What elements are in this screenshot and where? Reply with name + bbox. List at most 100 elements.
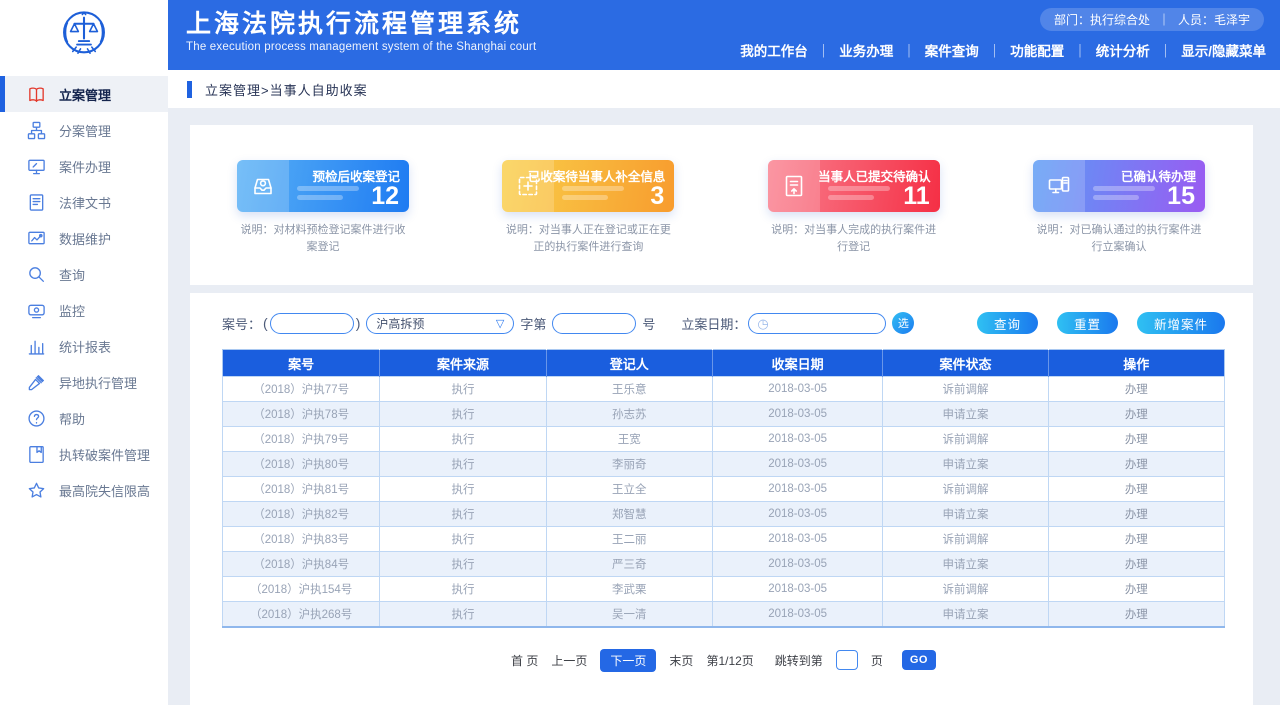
main-content: 立案管理>当事人自助收案 预检后收案登记 12 说明：对材料预检登记案件进行收案…: [168, 70, 1280, 705]
table-row: （2018）沪执79号 执行 王宽 2018-03-05 诉前调解 办理: [223, 427, 1225, 452]
nav-item[interactable]: 统计分析: [1096, 40, 1182, 60]
action-link[interactable]: 办理: [1125, 609, 1148, 621]
cell-source: 执行: [380, 527, 546, 552]
go-button[interactable]: GO: [902, 650, 936, 670]
sidebar-item-label: 数据维护: [59, 229, 111, 248]
filing-date-field[interactable]: ◷: [748, 313, 886, 334]
app-header: 上海法院执行流程管理系统 The execution process manag…: [0, 0, 1280, 70]
date-pick-button[interactable]: 选: [892, 312, 914, 334]
decorative-stripe: [562, 186, 624, 191]
cell-status: 申请立案: [883, 452, 1048, 477]
query-button[interactable]: 查询: [977, 312, 1038, 334]
zi-di-label: 字第: [520, 314, 546, 333]
cell-source: 执行: [380, 577, 546, 602]
cell-date: 2018-03-05: [712, 602, 882, 627]
add-case-button[interactable]: 新增案件: [1137, 312, 1225, 334]
action-link[interactable]: 办理: [1125, 534, 1148, 546]
stat-card[interactable]: 已确认待办理 15 说明：对已确认通过的执行案件进行立案确认: [1033, 160, 1205, 285]
paren-open: (: [263, 315, 268, 331]
decorative-stripe: [562, 195, 608, 200]
cell-action: 办理: [1048, 577, 1224, 602]
cell-action: 办理: [1048, 402, 1224, 427]
sidebar-item[interactable]: 查询: [0, 256, 168, 292]
table-body: （2018）沪执77号 执行 王乐意 2018-03-05 诉前调解 办理 （2…: [223, 377, 1225, 627]
sidebar-item[interactable]: 统计报表: [0, 328, 168, 364]
sidebar-item[interactable]: 帮助: [0, 400, 168, 436]
prev-page-link[interactable]: 上一页: [551, 652, 587, 669]
sidebar-item-label: 分案管理: [59, 121, 111, 140]
book-icon: [27, 85, 46, 104]
cell-source: 执行: [380, 602, 546, 627]
action-link[interactable]: 办理: [1125, 509, 1148, 521]
decorative-stripe: [297, 186, 359, 191]
nav-item[interactable]: 业务办理: [839, 40, 925, 60]
case-year-input[interactable]: [270, 313, 354, 334]
stat-card[interactable]: 当事人已提交待确认 11 说明：对当事人完成的执行案件进行登记: [768, 160, 940, 285]
nav-item[interactable]: 我的工作台: [740, 40, 839, 60]
case-number-input[interactable]: [552, 313, 636, 334]
nav-item[interactable]: 案件查询: [925, 40, 1011, 60]
cell-status: 申请立案: [883, 502, 1048, 527]
action-link[interactable]: 办理: [1125, 584, 1148, 596]
sidebar-item-label: 监控: [59, 301, 85, 320]
footer-strip: [0, 705, 1280, 720]
nav-item[interactable]: 功能配置: [1010, 40, 1096, 60]
column-header: 案件来源: [380, 350, 546, 377]
cell-date: 2018-03-05: [712, 552, 882, 577]
stat-card-banner[interactable]: 已收案待当事人补全信息 3: [502, 160, 674, 212]
action-link[interactable]: 办理: [1125, 434, 1148, 446]
sidebar-item[interactable]: 最高院失信限高: [0, 472, 168, 508]
action-link[interactable]: 办理: [1125, 559, 1148, 571]
decorative-stripe: [1093, 195, 1139, 200]
filing-date-input[interactable]: [774, 316, 878, 330]
first-page-link[interactable]: 首 页: [511, 652, 538, 669]
inbox-icon: [237, 160, 289, 212]
court-emblem-icon: [58, 9, 110, 61]
sidebar-item[interactable]: 立案管理: [0, 76, 168, 112]
court-code-select[interactable]: 沪高拆预 ▽: [366, 313, 514, 334]
surveillance-icon: [27, 301, 46, 320]
sidebar-item[interactable]: 法律文书: [0, 184, 168, 220]
stat-card-title: 已收案待当事人补全信息: [528, 166, 666, 185]
action-link[interactable]: 办理: [1125, 459, 1148, 471]
cell-date: 2018-03-05: [712, 502, 882, 527]
sidebar-item[interactable]: 异地执行管理: [0, 364, 168, 400]
sidebar-item[interactable]: 监控: [0, 292, 168, 328]
reset-button[interactable]: 重置: [1057, 312, 1118, 334]
stat-card-banner[interactable]: 当事人已提交待确认 11: [768, 160, 940, 212]
decorative-stripe: [297, 195, 343, 200]
cell-status: 诉前调解: [883, 527, 1048, 552]
cell-source: 执行: [380, 427, 546, 452]
breadcrumb-bar: 立案管理>当事人自助收案: [168, 70, 1280, 108]
stat-card-description: 说明：对当事人正在登记或正在更正的执行案件进行查询: [502, 222, 674, 256]
jump-page-input[interactable]: [836, 650, 858, 670]
stat-card[interactable]: 预检后收案登记 12 说明：对材料预检登记案件进行收案登记: [237, 160, 409, 285]
action-link[interactable]: 办理: [1125, 409, 1148, 421]
next-page-button[interactable]: 下一页: [600, 649, 656, 672]
sidebar-item[interactable]: 分案管理: [0, 112, 168, 148]
table-row: （2018）沪执83号 执行 王二丽 2018-03-05 诉前调解 办理: [223, 527, 1225, 552]
stat-card-value: 3: [650, 182, 664, 211]
cell-source: 执行: [380, 402, 546, 427]
court-code-value: 沪高拆预: [376, 315, 424, 332]
last-page-link[interactable]: 末页: [669, 652, 693, 669]
sidebar-item[interactable]: 执转破案件管理: [0, 436, 168, 472]
stat-card-banner[interactable]: 预检后收案登记 12: [237, 160, 409, 212]
department-label: 部门：执行综合处: [1054, 11, 1150, 28]
sidebar-item[interactable]: 案件办理: [0, 148, 168, 184]
stat-card-description: 说明：对当事人完成的执行案件进行登记: [768, 222, 940, 256]
stat-card-banner[interactable]: 已确认待办理 15: [1033, 160, 1205, 212]
app-title: 上海法院执行流程管理系统: [186, 9, 536, 39]
table-row: （2018）沪执81号 执行 王立全 2018-03-05 诉前调解 办理: [223, 477, 1225, 502]
table-row: （2018）沪执78号 执行 孙志苏 2018-03-05 申请立案 办理: [223, 402, 1225, 427]
action-link[interactable]: 办理: [1125, 384, 1148, 396]
cell-case-no: （2018）沪执82号: [223, 502, 380, 527]
clock-icon: ◷: [757, 317, 768, 330]
case-table: 案号案件来源登记人收案日期案件状态操作 （2018）沪执77号 执行 王乐意 2…: [222, 349, 1225, 628]
cell-registrar: 王乐意: [546, 377, 712, 402]
stat-card[interactable]: 已收案待当事人补全信息 3 说明：对当事人正在登记或正在更正的执行案件进行查询: [502, 160, 674, 285]
sidebar-item[interactable]: 数据维护: [0, 220, 168, 256]
action-link[interactable]: 办理: [1125, 484, 1148, 496]
user-badge: 部门：执行综合处 ｜ 人员：毛泽宇: [1040, 8, 1264, 31]
nav-item[interactable]: 显示/隐藏菜单: [1181, 40, 1266, 60]
